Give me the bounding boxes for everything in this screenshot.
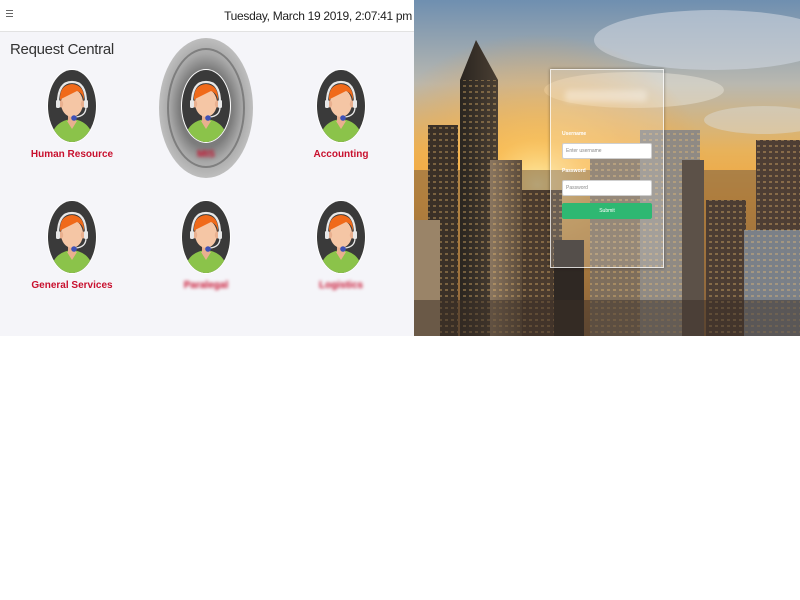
request-central-app: Tuesday, March 19 2019, 2:07:41 pm Reque… <box>0 0 414 336</box>
support-agent-icon <box>181 200 231 274</box>
hamburger-icon[interactable] <box>6 10 13 18</box>
support-agent-icon <box>47 200 97 274</box>
username-label: Username <box>562 131 587 137</box>
submit-button[interactable]: Submit <box>562 203 652 219</box>
dept-accounting[interactable]: Accounting <box>281 69 401 160</box>
support-agent-icon <box>47 69 97 143</box>
login-header <box>565 90 647 102</box>
support-agent-icon <box>316 200 366 274</box>
dept-label: Paralegal <box>183 280 229 291</box>
password-input[interactable] <box>562 180 652 196</box>
support-agent-icon <box>181 69 231 143</box>
dept-logistics[interactable]: Logistics <box>281 200 401 291</box>
support-agent-icon <box>316 69 366 143</box>
dept-general-services[interactable]: General Services <box>12 200 132 291</box>
dept-mis[interactable]: MIS <box>146 69 266 160</box>
dept-paralegal[interactable]: Paralegal <box>146 200 266 291</box>
dept-label: MIS <box>197 149 215 160</box>
username-input[interactable] <box>562 143 652 159</box>
current-datetime: Tuesday, March 19 2019, 2:07:41 pm <box>224 9 412 23</box>
dept-label: General Services <box>31 280 113 291</box>
top-bar: Tuesday, March 19 2019, 2:07:41 pm <box>0 0 414 32</box>
page-title: Request Central <box>10 41 114 58</box>
dept-human-resource[interactable]: Human Resource <box>12 69 132 160</box>
dept-label: Logistics <box>319 280 363 291</box>
password-label: Password <box>562 168 586 174</box>
dept-label: Accounting <box>313 149 369 160</box>
dept-label: Human Resource <box>30 149 114 160</box>
login-card: Username Password Submit <box>550 69 664 268</box>
